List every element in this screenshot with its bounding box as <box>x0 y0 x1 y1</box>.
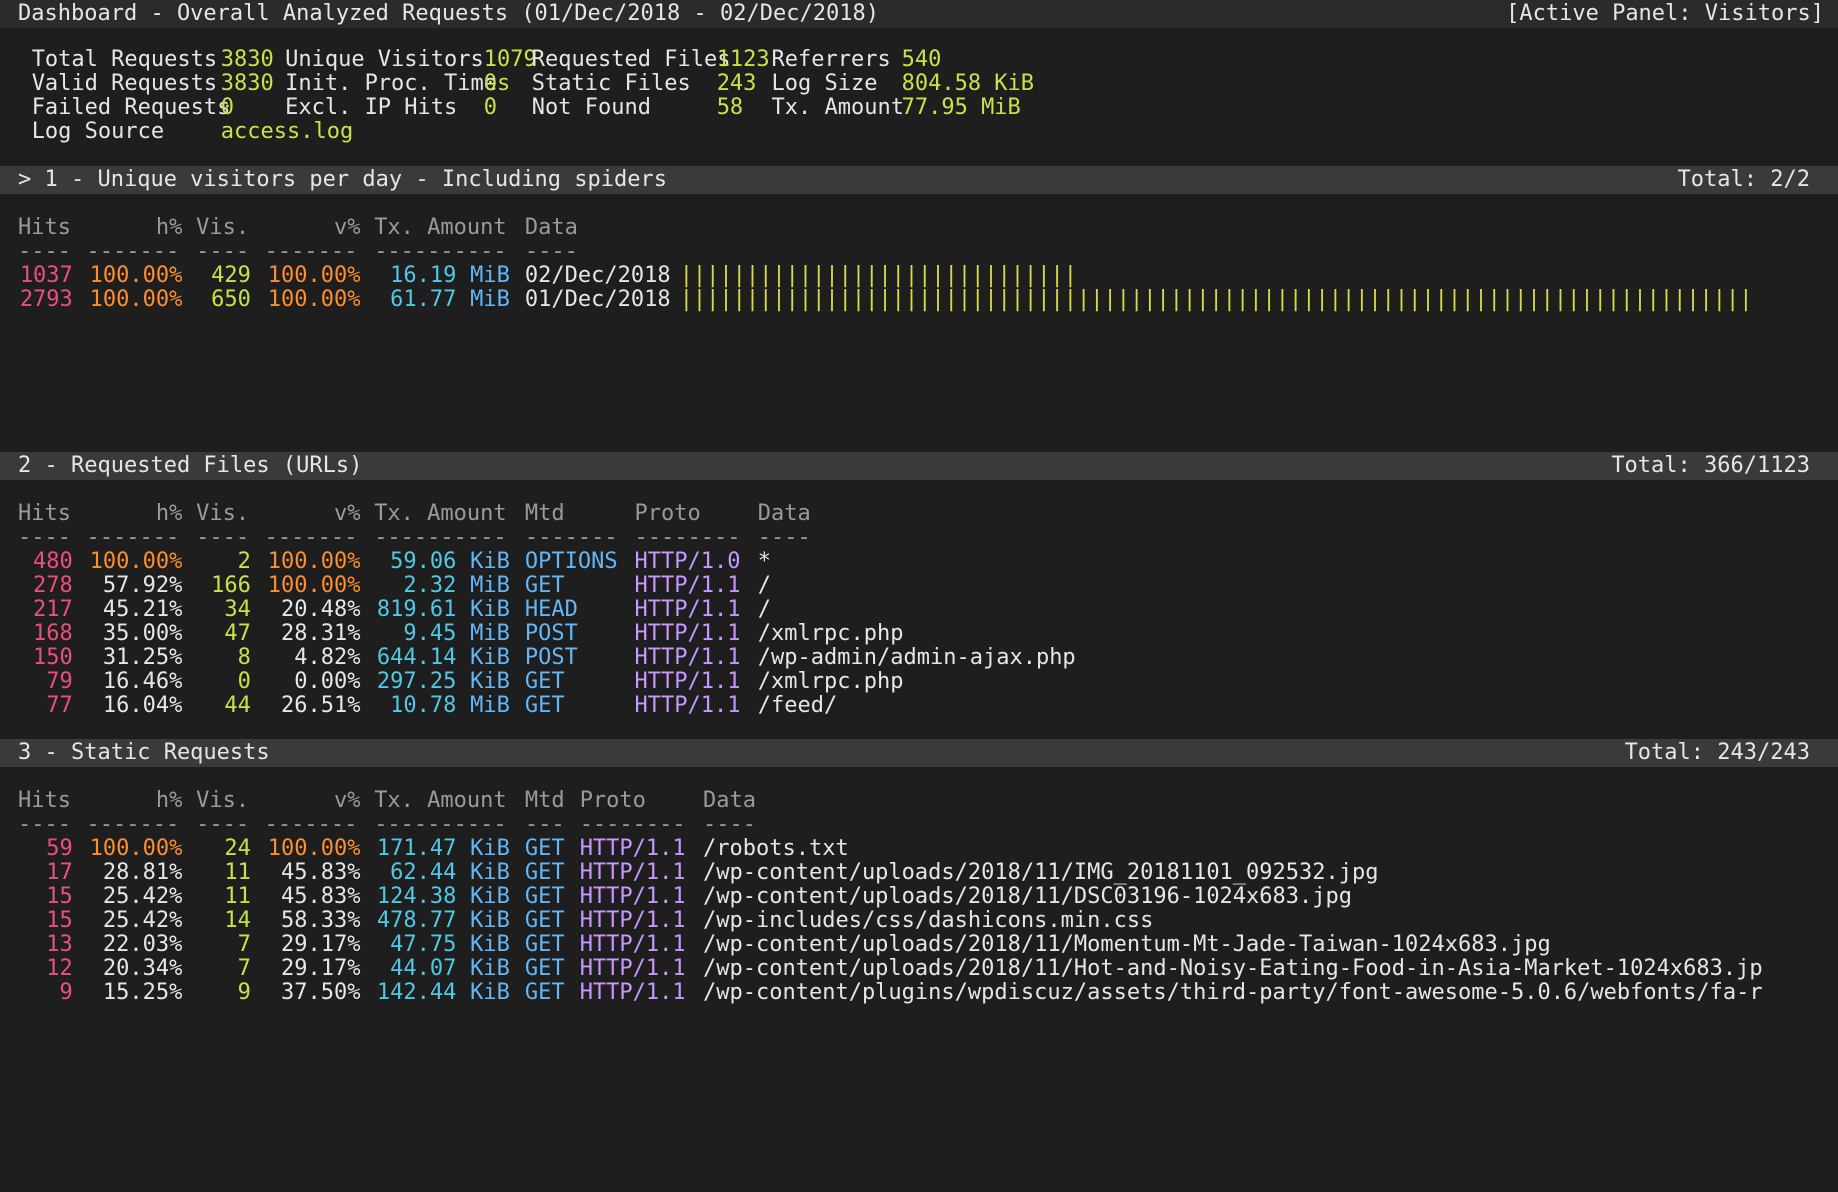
tx-amount-cell: 142.44 <box>376 980 457 1005</box>
visitors-cell: 44 <box>224 693 251 718</box>
panel-total: Total: 366/1123 <box>1611 453 1810 478</box>
panel-title: > 1 - Unique visitors per day - Includin… <box>18 167 668 192</box>
visitors-percent-cell: 26.51% <box>281 693 361 718</box>
tx-unit-cell: MiB <box>470 287 510 312</box>
header-bar: Dashboard - Overall Analyzed Requests (0… <box>0 0 1838 28</box>
tx-amount-cell: 10.78 <box>390 693 457 718</box>
tx-unit-cell: KiB <box>470 980 510 1005</box>
panel-title: 2 - Requested Files (URLs) <box>18 453 363 478</box>
panel-title: 3 - Static Requests <box>18 740 270 765</box>
hits-bar: ||||||||||||||||||||||||||||||||||||||||… <box>679 287 1753 312</box>
hits-cell: 2793 <box>19 287 73 312</box>
panel-header-static-requests[interactable]: 3 - Static Requests Total: 243/243 <box>0 739 1838 767</box>
overview-label: Not Found <box>531 95 652 120</box>
hits-cell: 77 <box>46 693 73 718</box>
panel-header-visitors[interactable]: > 1 - Unique visitors per day - Includin… <box>0 166 1838 194</box>
tx-amount-cell: 61.77 <box>390 287 457 312</box>
page-title: Dashboard - Overall Analyzed Requests (0… <box>18 1 879 26</box>
data-cell: /feed/ <box>757 693 838 718</box>
overview-value: 0 <box>483 95 498 120</box>
overview-value: 58 <box>716 95 744 120</box>
hits-percent-cell: 16.04% <box>102 693 183 718</box>
hits-percent-cell: 100.00% <box>89 287 183 312</box>
visitors-percent-cell: 37.50% <box>281 980 361 1005</box>
protocol-cell: HTTP/1.1 <box>634 693 741 718</box>
hits-cell: 9 <box>59 980 73 1005</box>
hits-percent-cell: 15.25% <box>102 980 183 1005</box>
method-cell: GET <box>524 693 565 718</box>
tx-unit-cell: MiB <box>470 693 510 718</box>
visitors-cell: 9 <box>237 980 251 1005</box>
visitors-cell: 650 <box>211 287 251 312</box>
panel-total: Total: 243/243 <box>1624 740 1810 765</box>
data-cell: 01/Dec/2018 <box>524 287 671 312</box>
active-panel-indicator: [Active Panel: Visitors] <box>1506 1 1824 26</box>
data-cell: /wp-content/plugins/wpdiscuz/assets/thir… <box>703 980 1763 1005</box>
visitors-percent-cell: 100.00% <box>267 287 361 312</box>
method-cell: GET <box>524 980 565 1005</box>
panel-header-requested-files[interactable]: 2 - Requested Files (URLs) Total: 366/112… <box>0 452 1838 480</box>
overview-label: Tx. Amount <box>771 95 904 120</box>
overview-value: 77.95 MiB <box>901 95 1021 120</box>
protocol-cell: HTTP/1.1 <box>579 980 686 1005</box>
overview-label: Log Source <box>31 119 165 144</box>
panel-total: Total: 2/2 <box>1677 167 1810 192</box>
log-source-value: access.log <box>220 119 354 144</box>
